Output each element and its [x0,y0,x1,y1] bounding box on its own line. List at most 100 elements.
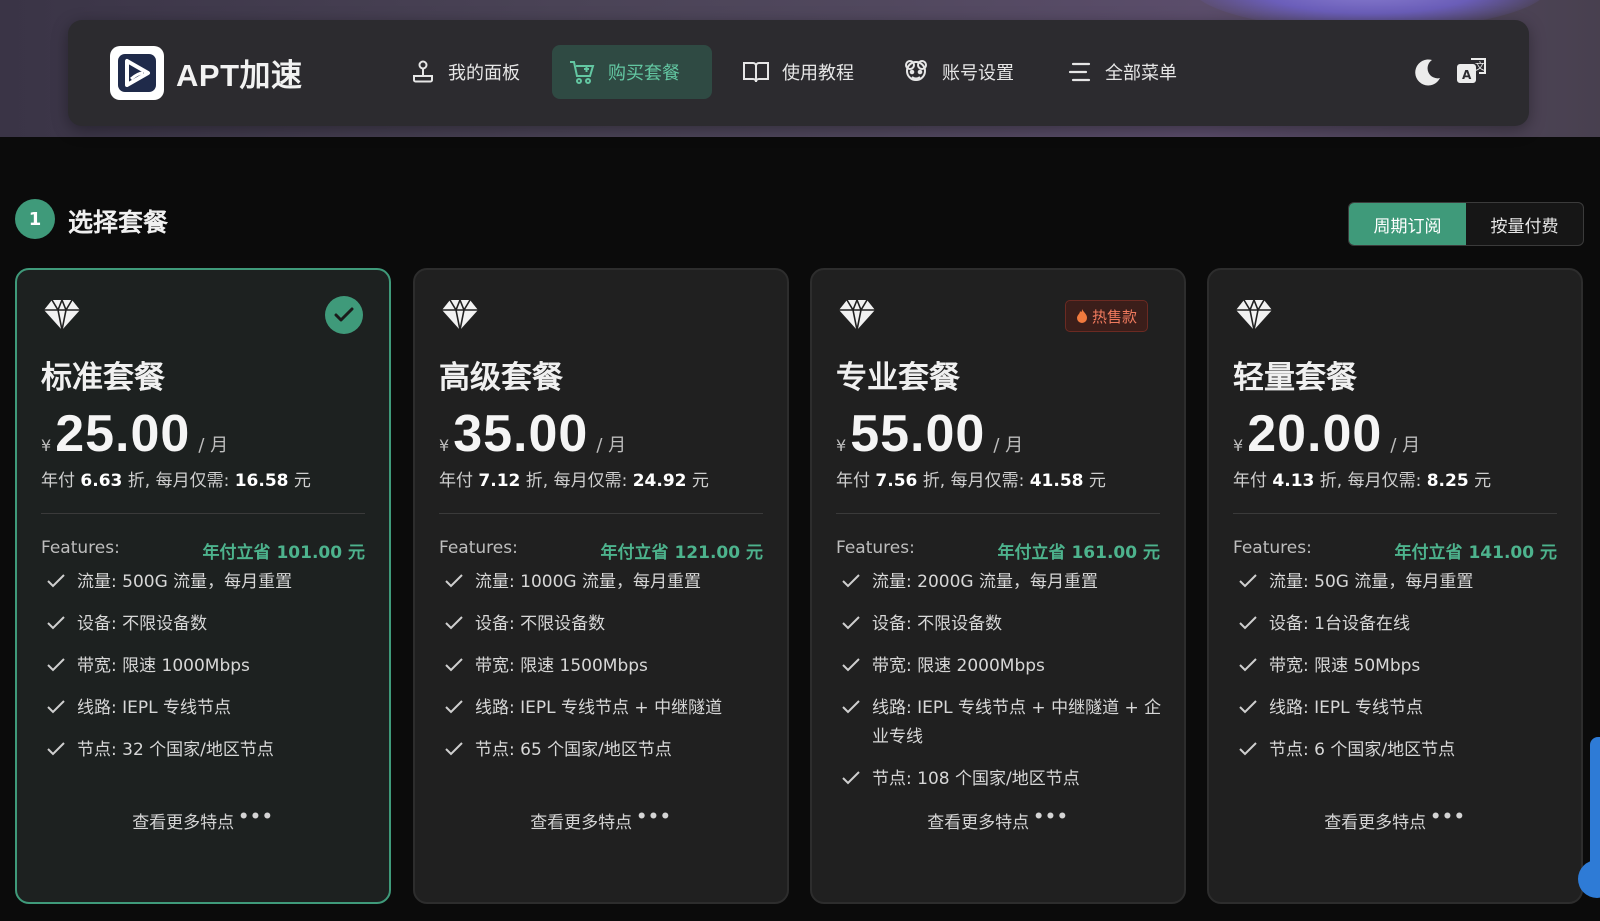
check-icon [47,742,65,756]
user-settings-icon [905,60,927,81]
divider [41,513,365,514]
check-icon [842,771,860,785]
currency-symbol: ¥ [1233,436,1244,455]
currency-symbol: ¥ [439,436,450,455]
more-dots-icon: ••• [1430,807,1466,827]
feature-item: 带宽: 限速 1500Mbps [445,652,767,681]
features-header: Features: 年付立省 161.00 元 [836,538,1160,563]
feature-text: 设备: 不限设备数 [77,614,208,634]
section-title: 选择套餐 [68,208,169,237]
feature-text: 流量: 1000G 流量，每月重置 [475,572,701,592]
side-feedback-tab[interactable] [1590,737,1600,871]
cart-icon [570,61,595,84]
see-more-label: 查看更多特点 [132,813,235,833]
nav-label-dashboard: 我的面板 [448,63,520,84]
feature-item: 线路: IEPL 专线节点 + 中继隧道 + 企业专线 [842,694,1164,752]
annual-pricing: 年付 4.13 折, 每月仅需: 8.25 元 [1233,466,1491,491]
nav-item-tutorial[interactable]: 使用教程 [726,45,870,99]
book-icon [743,62,769,83]
feature-text: 节点: 65 个国家/地区节点 [475,740,672,760]
check-icon [47,574,65,588]
nav-item-account-settings[interactable]: 账号设置 [886,45,1030,99]
more-dots-icon: ••• [238,807,274,827]
selected-check-icon [325,296,363,334]
annual-pricing: 年付 7.56 折, 每月仅需: 41.58 元 [836,466,1106,491]
feature-text: 节点: 108 个国家/地区节点 [872,769,1080,789]
features-header: Features: 年付立省 141.00 元 [1233,538,1557,563]
annual-prefix: 年付 [439,471,473,491]
plan-price: 35.00 [453,405,589,463]
more-dots-icon: ••• [636,807,672,827]
see-more-features-button[interactable]: 查看更多特点 ••• [415,807,787,833]
logo-icon[interactable] [110,46,164,100]
billing-option-pay-per-use[interactable]: 按量付费 [1466,203,1583,245]
see-more-features-button[interactable]: 查看更多特点 ••• [17,807,389,833]
annual-discount: 7.56 [875,471,918,491]
check-icon [47,658,65,672]
price-row: ¥ 55.00 / 月 [836,404,1023,464]
feature-text: 节点: 6 个国家/地区节点 [1269,740,1456,760]
plan-card-standard[interactable]: 标准套餐 ¥ 25.00 / 月 年付 6.63 折, 每月仅需: 16.58 … [15,268,391,904]
feature-text: 线路: IEPL 专线节点 + 中继隧道 + 企业专线 [872,698,1162,747]
joystick-icon [413,60,433,83]
feature-text: 流量: 50G 流量，每月重置 [1269,572,1474,592]
annual-mid-text: 折, 每月仅需: [1319,471,1422,491]
diamond-icon [1236,298,1272,331]
billing-option-subscription[interactable]: 周期订阅 [1349,203,1466,245]
feature-item: 设备: 1台设备在线 [1239,610,1561,639]
features-label: Features: [439,538,518,558]
annual-savings: 年付立省 121.00 元 [600,543,763,563]
annual-pricing: 年付 7.12 折, 每月仅需: 24.92 元 [439,466,709,491]
check-icon [1239,574,1257,588]
plan-name: 标准套餐 [41,360,165,396]
see-more-label: 查看更多特点 [530,813,633,833]
plan-card-professional[interactable]: 热售款 专业套餐 ¥ 55.00 / 月 年付 7.56 折, 每月仅需: 41… [810,268,1186,904]
feature-item: 设备: 不限设备数 [842,610,1164,639]
feature-item: 节点: 108 个国家/地区节点 [842,765,1164,794]
divider [439,513,763,514]
feature-list: 流量: 500G 流量，每月重置 设备: 不限设备数 带宽: 限速 1000Mb… [47,568,369,778]
nav-item-all-menu[interactable]: 全部菜单 [1051,45,1193,99]
plan-name: 专业套餐 [836,360,960,396]
plan-card-advanced[interactable]: 高级套餐 ¥ 35.00 / 月 年付 7.12 折, 每月仅需: 24.92 … [413,268,789,904]
price-period: / 月 [1390,435,1421,456]
check-icon [445,700,463,714]
annual-prefix: 年付 [41,471,75,491]
annual-pricing: 年付 6.63 折, 每月仅需: 16.58 元 [41,466,311,491]
nav-item-dashboard[interactable]: 我的面板 [394,45,536,99]
check-icon [445,616,463,630]
feature-text: 流量: 500G 流量，每月重置 [77,572,293,592]
features-label: Features: [41,538,120,558]
more-dots-icon: ••• [1033,807,1069,827]
translate-icon[interactable]: A 文 [1456,56,1488,90]
check-icon [1239,616,1257,630]
nav-label-account-settings: 账号设置 [942,63,1014,84]
svg-text:文: 文 [1475,60,1485,73]
annual-suffix: 元 [293,471,311,491]
annual-discount: 7.12 [478,471,521,491]
check-icon [445,574,463,588]
diamond-icon [839,298,875,331]
plan-card-lite[interactable]: 轻量套餐 ¥ 20.00 / 月 年付 4.13 折, 每月仅需: 8.25 元… [1207,268,1583,904]
feature-list: 流量: 50G 流量，每月重置 设备: 1台设备在线 带宽: 限速 50Mbps… [1239,568,1561,778]
annual-savings: 年付立省 141.00 元 [1394,543,1557,563]
navbar: APT加速 我的面板 购买套餐 使用教程 账号设置 全部菜单 A 文 [68,20,1529,126]
annual-prefix: 年付 [1233,471,1267,491]
divider [836,513,1160,514]
hot-sale-label: 热售款 [1091,307,1137,326]
moon-icon[interactable] [1412,56,1444,92]
brand-name[interactable]: APT加速 [176,50,303,95]
check-icon [842,658,860,672]
price-period: / 月 [993,435,1024,456]
check-icon [1239,742,1257,756]
annual-mid-text: 折, 每月仅需: [525,471,628,491]
nav-item-buy-plan[interactable]: 购买套餐 [552,45,712,99]
annual-suffix: 元 [1088,471,1106,491]
see-more-features-button[interactable]: 查看更多特点 ••• [812,807,1184,833]
see-more-features-button[interactable]: 查看更多特点 ••• [1209,807,1581,833]
plan-name: 高级套餐 [439,360,563,396]
feature-text: 流量: 2000G 流量，每月重置 [872,572,1098,592]
features-header: Features: 年付立省 101.00 元 [41,538,365,563]
nav-label-all-menu: 全部菜单 [1105,63,1177,84]
feature-item: 带宽: 限速 50Mbps [1239,652,1561,681]
